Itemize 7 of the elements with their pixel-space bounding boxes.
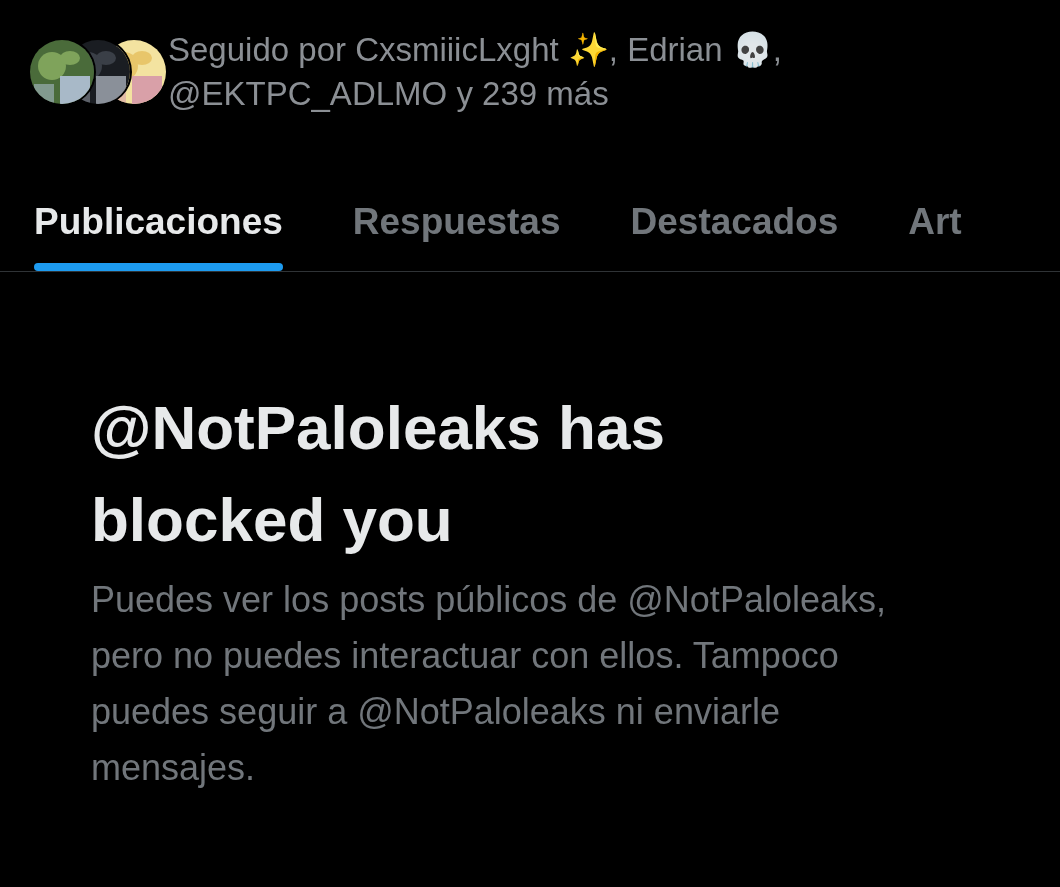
tab[interactable]: Art: [908, 198, 962, 246]
followed-by-text[interactable]: Seguido por CxsmiiicLxght ✨, Edrian 💀, @EKTPC_ADLMO y 239 más: [168, 28, 888, 116]
blocked-message: Puedes ver los posts públicos de @NotPaloleaks, pero no puedes interactuar con ellos. Tampoco puedes seguir a @NotPaloleaks ni enviarle mensajes.: [91, 578, 887, 790]
tab[interactable]: Respuestas: [352, 198, 561, 246]
tab[interactable]: Destacados: [630, 198, 839, 246]
blocked-heading: @NotPaloleaks has blocked you: [91, 392, 666, 556]
tab[interactable]: Publicaciones: [34, 198, 283, 246]
